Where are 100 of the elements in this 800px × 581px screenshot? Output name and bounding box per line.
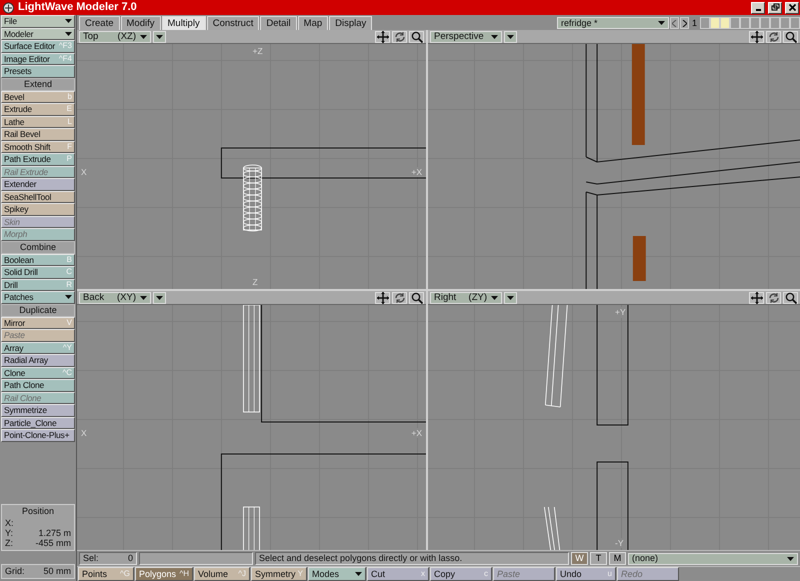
tool-button[interactable]: Surface Editor ^F3 (1, 40, 75, 52)
previous-button[interactable] (670, 17, 679, 29)
render-mode-dropdown[interactable] (153, 292, 166, 304)
view-dropdown[interactable]: Perspective (430, 30, 502, 42)
move-icon (376, 30, 388, 42)
tab[interactable]: Map (298, 16, 328, 30)
tab[interactable]: Create (79, 16, 120, 30)
caret-icon (156, 34, 163, 38)
axis-label: Y: (5, 528, 14, 538)
tool-button[interactable]: Mirror V (1, 316, 75, 329)
shortcut-label: b (68, 92, 72, 101)
zoom-button[interactable] (783, 30, 798, 42)
rotate-button[interactable] (766, 30, 781, 42)
pan-button[interactable] (375, 292, 390, 304)
rotate-icon (394, 30, 406, 42)
tab[interactable]: Display (329, 16, 372, 30)
menu-dropdown[interactable]: Patches (1, 291, 75, 304)
menu-dropdown[interactable]: Modeler (1, 28, 75, 40)
axis-label: Z (252, 276, 259, 287)
tool-button[interactable]: Path Clone (1, 379, 75, 392)
tab[interactable]: Multiply (162, 16, 206, 30)
tool-button[interactable]: SeaShellTool (1, 190, 75, 203)
tab[interactable]: Detail (260, 16, 297, 30)
rotate-icon (394, 292, 406, 304)
shortcut-label: C (66, 268, 72, 276)
tool-button[interactable]: Smooth Shift F (1, 140, 75, 153)
section-header: Duplicate (1, 304, 75, 316)
toolbar-button[interactable]: Symmetry Y (251, 567, 307, 581)
shortcut-label: ^H (179, 570, 189, 578)
zoom-button[interactable] (783, 292, 798, 304)
tool-button[interactable]: Bevel b (1, 90, 75, 103)
render-mode-dropdown[interactable] (504, 292, 517, 304)
shortcut-label: ^C (62, 368, 72, 377)
tool-button[interactable]: Particle_Clone (1, 416, 75, 429)
toggle-button[interactable]: M (609, 552, 626, 565)
tool-button[interactable]: Symmetrize (1, 404, 75, 416)
status-message: Select and deselect polygons directly or with lasso. (255, 552, 569, 565)
tool-button[interactable]: Radial Array (1, 354, 75, 366)
menu-dropdown[interactable]: File (1, 15, 75, 28)
app-icon (2, 2, 15, 14)
render-mode-dropdown[interactable] (153, 30, 166, 42)
view-dropdown[interactable]: Right (ZY) (430, 292, 502, 304)
tool-button[interactable]: Path Extrude P (1, 153, 75, 166)
tool-button[interactable]: Presets (1, 65, 75, 78)
move-icon (750, 292, 762, 304)
tool-button[interactable]: Point-Clone-Plus+ (1, 429, 75, 442)
toolbar-button[interactable]: Points ^G (78, 567, 134, 581)
shortcut-label: ^Y (62, 344, 72, 352)
minimize-button[interactable] (751, 2, 765, 14)
render-mode-dropdown[interactable] (504, 30, 517, 42)
toggle-button[interactable]: T (590, 552, 607, 565)
caret-icon (658, 21, 665, 25)
pan-button[interactable] (749, 292, 764, 304)
tool-button[interactable]: Extrude E (1, 103, 75, 116)
object-dropdown[interactable]: refridge * (556, 17, 669, 29)
close-icon (788, 3, 796, 12)
caret-icon (787, 556, 794, 560)
axis-label: +Y (614, 307, 627, 318)
modes-dropdown[interactable]: Modes (308, 567, 366, 581)
toolbar-button[interactable]: Undo u (556, 567, 616, 581)
zoom-button[interactable] (409, 30, 424, 42)
restore-button[interactable] (768, 2, 782, 14)
tool-button[interactable]: Extender (1, 178, 75, 190)
surface-dropdown[interactable]: (none) (628, 552, 798, 564)
tab[interactable]: Construct (206, 16, 260, 30)
caret-icon (65, 32, 72, 36)
view-dropdown[interactable]: Back (XY) (79, 292, 151, 304)
coordinate-value: -455 mm (35, 538, 71, 548)
close-button[interactable] (785, 2, 799, 14)
toolbar-button[interactable]: Polygons ^H (135, 567, 193, 581)
tool-button[interactable]: Clone ^C (1, 366, 75, 379)
tab[interactable]: Modify (120, 16, 160, 30)
tool-button[interactable]: Rail Bevel (1, 128, 75, 140)
zoom-button[interactable] (409, 292, 424, 304)
tool-button[interactable]: Image Editor ^F4 (1, 52, 75, 65)
tool-button[interactable]: Lathe L (1, 116, 75, 128)
rotate-button[interactable] (392, 292, 407, 304)
next-button[interactable] (680, 17, 689, 29)
tool-button[interactable]: Spikey (1, 203, 75, 216)
toolbar-button[interactable]: Cut x (367, 567, 429, 581)
rotate-button[interactable] (766, 292, 781, 304)
toolbar-button[interactable]: Copy c (430, 567, 492, 581)
tool-button[interactable]: Drill R (1, 278, 75, 291)
tool-button[interactable]: Solid Drill C (1, 266, 75, 278)
shortcut-label: F (67, 142, 72, 151)
grid-value: 50 mm (43, 567, 71, 576)
toolbar-button[interactable]: Volume ^J (194, 567, 250, 581)
move-icon (376, 292, 388, 304)
rotate-button[interactable] (392, 30, 407, 42)
caret-icon (491, 34, 498, 38)
view-dropdown[interactable]: Top (XZ) (79, 30, 151, 42)
tool-button[interactable]: Array ^Y (1, 342, 75, 354)
shortcut-label: Y (298, 570, 303, 578)
pan-button[interactable] (749, 30, 764, 42)
shortcut-label: L (68, 118, 72, 126)
tool-button[interactable]: Boolean B (1, 254, 75, 266)
pan-button[interactable] (375, 30, 390, 42)
shortcut-label: ^F4 (58, 54, 72, 63)
caret-icon (140, 34, 147, 38)
toggle-button[interactable]: W (571, 552, 588, 565)
